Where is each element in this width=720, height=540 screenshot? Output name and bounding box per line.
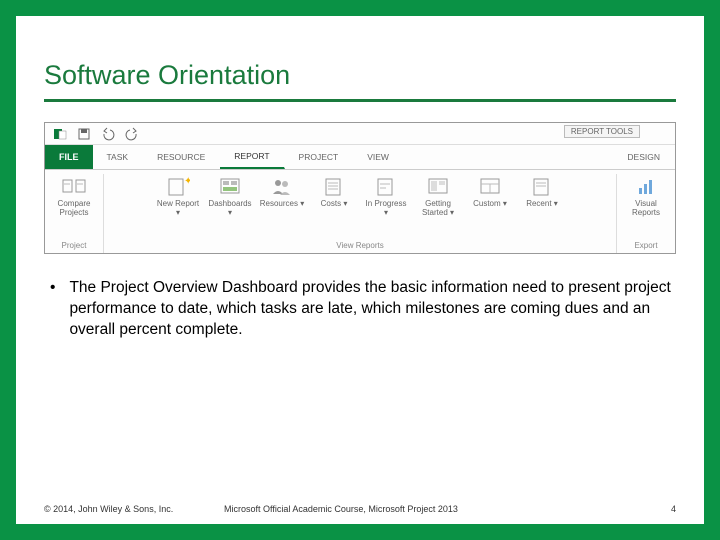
footer-page-number: 4 bbox=[671, 504, 676, 514]
footer-copyright: © 2014, John Wiley & Sons, Inc. bbox=[44, 504, 173, 514]
resources-icon bbox=[270, 176, 294, 198]
chevron-down-icon: ▾ bbox=[343, 199, 347, 208]
file-tab[interactable]: FILE bbox=[45, 145, 93, 169]
slide-footer: © 2014, John Wiley & Sons, Inc. Microsof… bbox=[44, 504, 676, 514]
costs-icon bbox=[322, 176, 346, 198]
progress-label: In Progress ▾ bbox=[363, 200, 409, 218]
tab-view[interactable]: VIEW bbox=[353, 145, 404, 169]
custom-label: Custom ▾ bbox=[473, 200, 507, 209]
visual-reports-button[interactable]: Visual Reports bbox=[623, 174, 669, 218]
new-report-icon: ✦ bbox=[166, 176, 190, 198]
resources-label: Resources ▾ bbox=[260, 200, 305, 209]
tab-resource[interactable]: RESOURCE bbox=[143, 145, 220, 169]
group-label-project: Project bbox=[62, 239, 87, 253]
bullet-content: The Project Overview Dashboard provides … bbox=[69, 278, 676, 341]
tab-report[interactable]: REPORT bbox=[220, 145, 284, 169]
ribbon-body: Compare Projects Project ✦ New Report ▾ bbox=[45, 169, 675, 253]
visual-reports-label: Visual Reports bbox=[623, 200, 669, 218]
group-view-reports: ✦ New Report ▾ Dashboards ▾ bbox=[104, 174, 617, 253]
custom-button[interactable]: Custom ▾ bbox=[467, 174, 513, 209]
progress-button[interactable]: In Progress ▾ bbox=[363, 174, 409, 218]
ribbon-screenshot: REPORT TOOLS FILE TASK RESOURCE REPORT P… bbox=[44, 122, 676, 254]
custom-icon bbox=[478, 176, 502, 198]
compare-label: Compare Projects bbox=[51, 200, 97, 218]
started-label: Getting Started ▾ bbox=[415, 200, 461, 218]
group-project: Compare Projects Project bbox=[45, 174, 104, 253]
group-label-export: Export bbox=[634, 239, 657, 253]
chevron-down-icon: ▾ bbox=[503, 199, 507, 208]
chevron-down-icon: ▾ bbox=[450, 208, 454, 217]
compare-projects-button[interactable]: Compare Projects bbox=[51, 174, 97, 218]
tab-design[interactable]: DESIGN bbox=[613, 145, 675, 169]
compare-icon bbox=[62, 176, 86, 198]
project-app-icon bbox=[53, 127, 67, 141]
resources-button[interactable]: Resources ▾ bbox=[259, 174, 305, 209]
recent-button[interactable]: Recent ▾ bbox=[519, 174, 565, 209]
slide-container: Software Orientation REPORT TOOLS FILE T… bbox=[0, 0, 720, 540]
tab-task[interactable]: TASK bbox=[93, 145, 144, 169]
bullet-point: • The Project Overview Dashboard provide… bbox=[44, 278, 676, 341]
dashboards-label: Dashboards ▾ bbox=[207, 200, 253, 218]
new-report-button[interactable]: ✦ New Report ▾ bbox=[155, 174, 201, 218]
costs-button[interactable]: Costs ▾ bbox=[311, 174, 357, 209]
recent-label: Recent ▾ bbox=[526, 200, 558, 209]
slide-title: Software Orientation bbox=[44, 44, 676, 91]
recent-icon bbox=[530, 176, 554, 198]
chevron-down-icon: ▾ bbox=[554, 199, 558, 208]
group-export: Visual Reports Export bbox=[617, 174, 675, 253]
group-label-view-reports: View Reports bbox=[336, 239, 383, 253]
ribbon-tabs: FILE TASK RESOURCE REPORT PROJECT VIEW D… bbox=[45, 145, 675, 169]
dashboards-button[interactable]: Dashboards ▾ bbox=[207, 174, 253, 218]
chevron-down-icon: ▾ bbox=[176, 208, 180, 217]
new-report-label: New Report ▾ bbox=[155, 200, 201, 218]
started-icon bbox=[426, 176, 450, 198]
costs-label: Costs ▾ bbox=[321, 200, 348, 209]
svg-text:✦: ✦ bbox=[184, 176, 190, 187]
visual-reports-icon bbox=[634, 176, 658, 198]
footer-course: Microsoft Official Academic Course, Micr… bbox=[224, 504, 458, 514]
title-underline bbox=[44, 99, 676, 102]
redo-icon[interactable] bbox=[125, 127, 139, 141]
report-tools-header: REPORT TOOLS bbox=[564, 125, 640, 138]
progress-icon bbox=[374, 176, 398, 198]
save-icon[interactable] bbox=[77, 127, 91, 141]
chevron-down-icon: ▾ bbox=[300, 199, 304, 208]
dashboards-icon bbox=[218, 176, 242, 198]
chevron-down-icon: ▾ bbox=[228, 208, 232, 217]
tab-project[interactable]: PROJECT bbox=[285, 145, 354, 169]
chevron-down-icon: ▾ bbox=[384, 208, 388, 217]
started-button[interactable]: Getting Started ▾ bbox=[415, 174, 461, 218]
bullet-marker: • bbox=[50, 278, 55, 341]
undo-icon[interactable] bbox=[101, 127, 115, 141]
